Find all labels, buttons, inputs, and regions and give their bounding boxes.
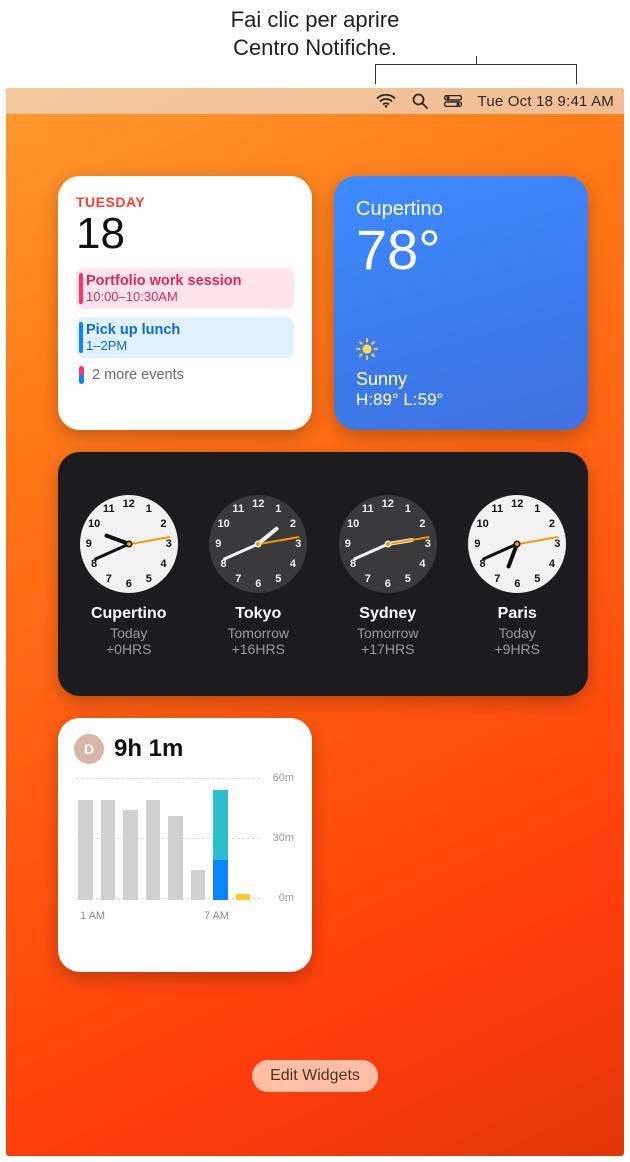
screen-time-bar (168, 816, 183, 900)
weather-hi-lo: H:89° L:59° (356, 390, 443, 410)
y-tick-label: 0m (279, 892, 294, 904)
screen-time-chart: 60m 30m 0m 1 AM 7 AM (76, 772, 294, 922)
world-clock-item: 123456789101112 Tokyo Tomorrow+16HRS (198, 495, 318, 657)
calendar-event[interactable]: Pick up lunch 1–2PM (76, 317, 294, 358)
world-clock-city: Paris (457, 605, 577, 623)
screen-time-bar (123, 810, 138, 900)
screen-time-bar (213, 790, 228, 900)
calendar-day-number: 18 (76, 212, 294, 256)
more-events-marker-icon (79, 366, 84, 384)
event-title: Portfolio work session (86, 273, 286, 289)
more-events-label: 2 more events (92, 367, 184, 383)
clock-face-icon: 123456789101112 (80, 495, 178, 593)
world-clock-city: Sydney (328, 605, 448, 623)
screen-time-bar (191, 870, 206, 900)
world-clock-city: Cupertino (69, 605, 189, 623)
calendar-more-events[interactable]: 2 more events (76, 366, 294, 384)
calendar-widget[interactable]: TUESDAY 18 Portfolio work session 10:00–… (58, 176, 312, 430)
clock-face-icon: 123456789101112 (339, 495, 437, 593)
world-clock-offset: +16HRS (198, 641, 318, 657)
world-clock-day: Today (69, 625, 189, 641)
screen-time-bar (78, 800, 93, 900)
world-clock-item: 123456789101112 Paris Today+9HRS (457, 495, 577, 657)
menu-bar: Tue Oct 18 9:41 AM (6, 88, 624, 114)
clock-face-icon: 123456789101112 (468, 495, 566, 593)
weather-condition: Sunny (356, 369, 443, 390)
screen-time-total: 9h 1m (114, 735, 183, 763)
calendar-event[interactable]: Portfolio work session 10:00–10:30AM (76, 268, 294, 309)
clock-face-icon: 123456789101112 (209, 495, 307, 593)
x-tick-label: 7 AM (204, 910, 229, 922)
y-tick-label: 30m (273, 832, 294, 844)
weather-widget[interactable]: Cupertino 78° Sunny H:89° L:59° (334, 176, 588, 430)
world-clock-city: Tokyo (198, 605, 318, 623)
screen-time-widget[interactable]: D 9h 1m 60m 30m 0m 1 AM 7 AM (58, 718, 312, 972)
x-tick-label: 1 AM (80, 910, 105, 922)
desktop-background: Tue Oct 18 9:41 AM TUESDAY 18 Portfolio … (6, 88, 624, 1156)
world-clock-day: Today (457, 625, 577, 641)
event-time: 10:00–10:30AM (86, 289, 286, 304)
calendar-day-name: TUESDAY (76, 194, 294, 210)
world-clock-offset: +0HRS (69, 641, 189, 657)
screen-time-bar (101, 800, 116, 900)
world-clock-offset: +17HRS (328, 641, 448, 657)
event-time: 1–2PM (86, 338, 286, 353)
avatar: D (74, 734, 104, 764)
world-clock-day: Tomorrow (328, 625, 448, 641)
world-clock-offset: +9HRS (457, 641, 577, 657)
screen-time-bar (236, 894, 251, 900)
world-clock-widget[interactable]: 123456789101112CupertinoToday+0HRS123456… (58, 452, 588, 696)
spotlight-search-icon[interactable] (412, 93, 428, 109)
y-tick-label: 60m (273, 772, 294, 784)
sun-icon (356, 347, 378, 364)
control-center-icon[interactable] (444, 95, 462, 107)
world-clock-day: Tomorrow (198, 625, 318, 641)
annotation-bracket (375, 64, 577, 84)
menubar-datetime[interactable]: Tue Oct 18 9:41 AM (478, 93, 614, 110)
annotation-text: Fai clic per aprire Centro Notifiche. (0, 0, 630, 61)
world-clock-item: 123456789101112 Cupertino Today+0HRS (69, 495, 189, 657)
screen-time-bar (146, 800, 161, 900)
world-clock-item: 123456789101112 Sydney Tomorrow+17HRS (328, 495, 448, 657)
event-title: Pick up lunch (86, 322, 286, 338)
wifi-icon[interactable] (376, 94, 396, 108)
weather-temperature: 78° (356, 221, 566, 280)
edit-widgets-button[interactable]: Edit Widgets (252, 1060, 378, 1092)
